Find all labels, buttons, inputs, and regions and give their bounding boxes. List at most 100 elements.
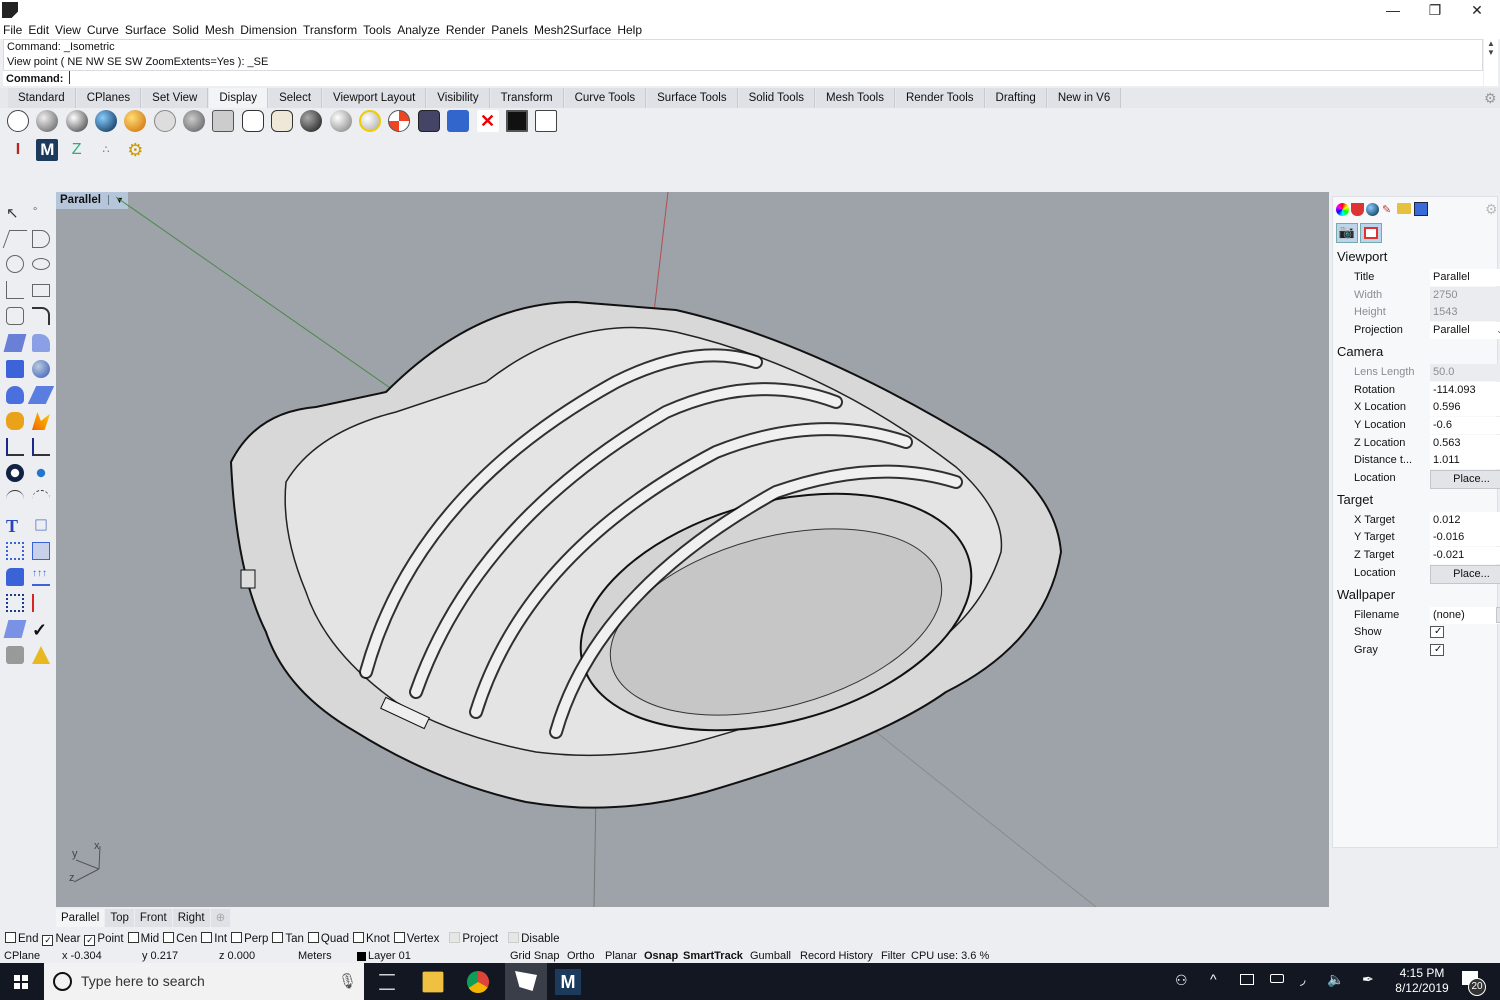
tab-display[interactable]: Display	[209, 88, 269, 108]
tab-render-tools[interactable]: Render Tools	[895, 88, 985, 108]
task-view-icon[interactable]	[379, 974, 395, 990]
rendered-blue-icon[interactable]	[95, 110, 118, 132]
shaded-mesh-icon[interactable]	[300, 110, 323, 132]
checkbox-icon[interactable]: ✓	[42, 935, 54, 946]
menu-transform[interactable]: Transform	[300, 22, 360, 39]
points-icon[interactable]: ∴	[95, 139, 117, 161]
pen-icon[interactable]	[271, 110, 294, 132]
target-icon[interactable]	[388, 110, 411, 132]
menu-help[interactable]: Help	[614, 22, 645, 39]
osnap-tan[interactable]: Tan	[272, 932, 304, 945]
checkbox-icon[interactable]	[127, 932, 139, 943]
box-icon[interactable]	[535, 110, 558, 132]
split-icon[interactable]	[6, 438, 24, 456]
menu-view[interactable]: View	[52, 22, 84, 39]
checkbox-icon[interactable]	[272, 932, 284, 943]
plugin-red-icon[interactable]: I	[7, 139, 29, 161]
osnap-vertex[interactable]: Vertex	[393, 932, 439, 945]
monitor-icon[interactable]	[505, 110, 528, 132]
tab-drafting[interactable]: Drafting	[985, 88, 1047, 108]
property-value[interactable]: -114.093	[1430, 381, 1500, 399]
viewport-tab-right[interactable]: Right	[172, 909, 210, 927]
settings-gear-icon[interactable]: ⚙	[1484, 90, 1497, 107]
tab-transform[interactable]: Transform	[490, 88, 564, 108]
wireframe-icon[interactable]	[7, 110, 29, 132]
move-icon[interactable]	[32, 542, 50, 560]
checkbox-icon[interactable]	[393, 932, 405, 943]
cylinder-icon[interactable]	[6, 386, 24, 404]
cplane-status[interactable]: CPlane	[4, 949, 40, 963]
tab-mesh-tools[interactable]: Mesh Tools	[816, 88, 895, 108]
property-value[interactable]: 0.012	[1430, 511, 1500, 529]
lights-icon[interactable]	[359, 110, 382, 132]
ellipse-icon[interactable]	[32, 258, 50, 270]
extrude-surface-icon[interactable]	[32, 334, 50, 352]
property-value[interactable]: 1.011	[1430, 452, 1500, 470]
osnap-disable[interactable]: Disable	[508, 932, 559, 945]
place-button[interactable]: Place...	[1430, 470, 1500, 489]
restore-button[interactable]: ❐	[1412, 0, 1458, 22]
tab-set-view[interactable]: Set View	[142, 88, 209, 108]
tab-standard[interactable]: Standard	[8, 88, 76, 108]
menu-dimension[interactable]: Dimension	[237, 22, 300, 39]
taskbar-search[interactable]: Type here to search 🎙	[44, 963, 364, 1000]
fillet-icon[interactable]	[32, 307, 50, 325]
minimize-button[interactable]: —	[1370, 0, 1416, 22]
surface-icon[interactable]	[3, 334, 27, 352]
osnap-point[interactable]: ✓ Point	[84, 933, 124, 946]
brush-icon[interactable]: ✎	[1382, 203, 1395, 216]
circle-icon[interactable]	[6, 255, 24, 273]
point-icon[interactable]: ∘	[32, 204, 50, 222]
polygon-icon[interactable]	[6, 307, 24, 325]
osnap-toggle[interactable]: Osnap	[644, 949, 678, 963]
windows-start-icon[interactable]	[14, 975, 28, 989]
trim-icon[interactable]	[32, 438, 50, 456]
property-value[interactable]: Parallel	[1430, 322, 1500, 340]
technical-icon[interactable]	[212, 110, 235, 132]
property-value[interactable]: (none)	[1430, 606, 1500, 624]
scale-icon[interactable]	[35, 519, 47, 531]
shaded-icon[interactable]	[36, 110, 59, 132]
viewport-tab-parallel[interactable]: Parallel	[56, 909, 105, 927]
render-icon[interactable]	[6, 646, 24, 664]
checkbox-icon[interactable]	[231, 932, 243, 943]
tab-surface-tools[interactable]: Surface Tools	[647, 88, 738, 108]
tab-curve-tools[interactable]: Curve Tools	[564, 88, 647, 108]
property-value[interactable]: 0.596	[1430, 399, 1500, 417]
property-value[interactable]: Parallel	[1430, 269, 1500, 286]
browse-button[interactable]: ...	[1496, 606, 1500, 623]
menu-file[interactable]: File	[0, 22, 25, 39]
osnap-perp[interactable]: Perp	[231, 932, 268, 945]
materials-icon[interactable]	[1366, 203, 1379, 216]
pen-workspace-icon[interactable]: ✒	[1362, 971, 1374, 988]
osnap-mid[interactable]: Mid	[127, 932, 159, 945]
viewport-tab-top[interactable]: Top	[105, 909, 134, 927]
add-viewport-tab-icon[interactable]: ⊕	[210, 909, 231, 927]
arc-icon[interactable]	[6, 281, 24, 299]
tab-cplanes[interactable]: CPlanes	[76, 88, 142, 108]
osnap-quad[interactable]: Quad	[307, 932, 349, 945]
menu-render[interactable]: Render	[443, 22, 488, 39]
pyramid-icon[interactable]	[32, 646, 50, 664]
wifi-icon[interactable]: ◞	[1300, 971, 1305, 988]
checkbox-icon[interactable]	[5, 932, 16, 943]
property-value[interactable]: -0.6	[1430, 416, 1500, 434]
polyline-icon[interactable]	[2, 230, 28, 248]
array-icon[interactable]	[6, 542, 24, 560]
perspective-icon[interactable]	[447, 110, 470, 132]
select-arrow-icon[interactable]: ↖	[6, 204, 24, 222]
curve-icon[interactable]	[32, 230, 50, 248]
checkbox-icon[interactable]	[449, 932, 461, 943]
menu-mesh[interactable]: Mesh	[202, 22, 237, 39]
rhino-taskbar-icon[interactable]	[505, 963, 547, 1000]
box-solid-icon[interactable]	[6, 360, 24, 378]
property-value[interactable]: 0.563	[1430, 434, 1500, 452]
checkbox-icon[interactable]	[163, 932, 175, 943]
rectangle-icon[interactable]	[32, 284, 50, 297]
rendered-orange-icon[interactable]	[124, 110, 147, 132]
scroll-down-icon[interactable]: ▼	[1484, 48, 1498, 57]
property-value[interactable]: -0.021	[1430, 547, 1500, 565]
viewport-tab-front[interactable]: Front	[134, 909, 172, 927]
group-icon[interactable]	[6, 464, 24, 482]
tab-new-in-v6[interactable]: New in V6	[1047, 88, 1122, 108]
